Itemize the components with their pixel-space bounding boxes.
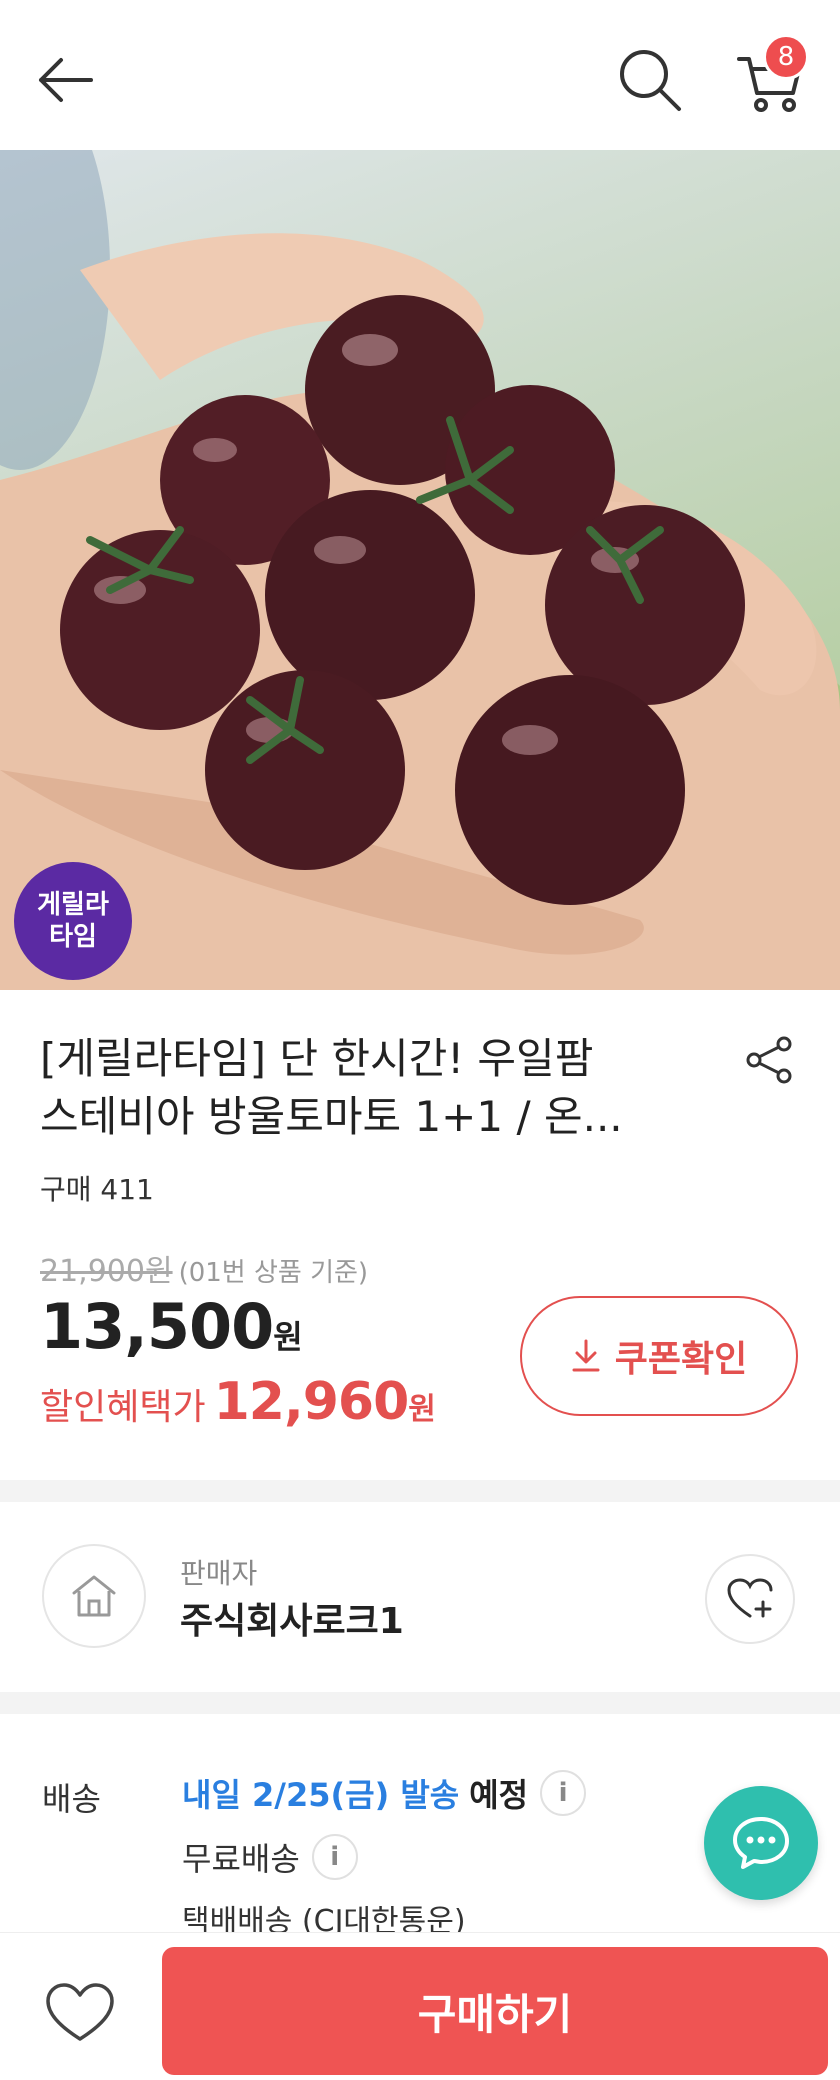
- section-divider: [0, 1480, 840, 1502]
- top-nav-bar: 8: [0, 0, 840, 150]
- discount-price-row: 할인혜택가 12,960원: [40, 1372, 436, 1432]
- guerrilla-time-badge: 게릴라 타임: [14, 862, 132, 980]
- info-icon[interactable]: i: [311, 1834, 358, 1880]
- buy-button[interactable]: 구매하기: [162, 1947, 828, 2075]
- shipping-courier: 택배배송 (CJ대한통운): [182, 1904, 466, 1934]
- discount-price-value: 12,960: [213, 1372, 410, 1432]
- shipping-fee: 무료배송: [182, 1840, 300, 1878]
- back-arrow-icon[interactable]: [30, 45, 100, 115]
- download-icon: [571, 1339, 601, 1373]
- share-icon[interactable]: [740, 1030, 800, 1090]
- product-title-line2: 스테비아 방울토마토 1+1 / 온...: [40, 1092, 623, 1141]
- product-image[interactable]: 게릴라 타임: [0, 150, 840, 990]
- info-icon[interactable]: i: [540, 1770, 587, 1816]
- product-title: [게릴라타임] 단 한시간! 우일팜 스테비아 방울토마토 1+1 / 온...: [40, 1030, 690, 1146]
- shipping-date-row: 내일 2/25(금) 발송 예정 i: [182, 1770, 587, 1816]
- search-icon[interactable]: [610, 40, 690, 120]
- sale-price-unit: 원: [273, 1318, 303, 1356]
- product-title-line1: [게릴라타임] 단 한시간! 우일팜: [40, 1034, 594, 1083]
- sale-price-value: 13,500: [40, 1290, 274, 1363]
- badge-line2: 타임: [49, 922, 97, 952]
- original-price: 21,900원: [40, 1254, 173, 1289]
- discount-label: 할인혜택가: [40, 1387, 206, 1428]
- original-price-note: (01번 상품 기준): [178, 1258, 369, 1288]
- seller-caption: 판매자: [180, 1557, 258, 1590]
- tomato-illustration: [0, 150, 840, 990]
- badge-line1: 게릴라: [37, 890, 109, 920]
- product-info-card: [게릴라타임] 단 한시간! 우일팜 스테비아 방울토마토 1+1 / 온...…: [0, 990, 840, 1480]
- sale-price: 13,500원: [40, 1290, 303, 1363]
- section-divider: [0, 1692, 840, 1714]
- discount-price-unit: 원: [408, 1392, 436, 1427]
- chat-button[interactable]: [704, 1786, 818, 1900]
- purchase-count: 구매 411: [40, 1173, 154, 1206]
- heart-plus-icon: [725, 1576, 775, 1622]
- seller-section[interactable]: 판매자 주식회사로크1: [0, 1502, 840, 1692]
- shipping-date: 내일 2/25(금) 발송: [182, 1776, 460, 1814]
- bottom-action-bar: 구매하기: [0, 1932, 840, 2080]
- seller-name: 주식회사로크1: [180, 1601, 404, 1642]
- coupon-check-button[interactable]: 쿠폰확인: [520, 1296, 798, 1416]
- coupon-check-label: 쿠폰확인: [614, 1339, 748, 1380]
- heart-icon[interactable]: [40, 1977, 120, 2049]
- shipping-expect: 예정: [469, 1776, 529, 1814]
- cart-button[interactable]: 8: [725, 34, 815, 120]
- original-price-row: 21,900원 (01번 상품 기준): [40, 1246, 368, 1290]
- favorite-seller-button[interactable]: [705, 1554, 795, 1644]
- shipping-fee-row: 무료배송 i: [182, 1834, 358, 1880]
- store-icon: [42, 1544, 146, 1648]
- cart-count-badge: 8: [763, 34, 809, 80]
- chat-bubble-icon: [731, 1815, 791, 1871]
- shipping-label: 배송: [42, 1780, 101, 1818]
